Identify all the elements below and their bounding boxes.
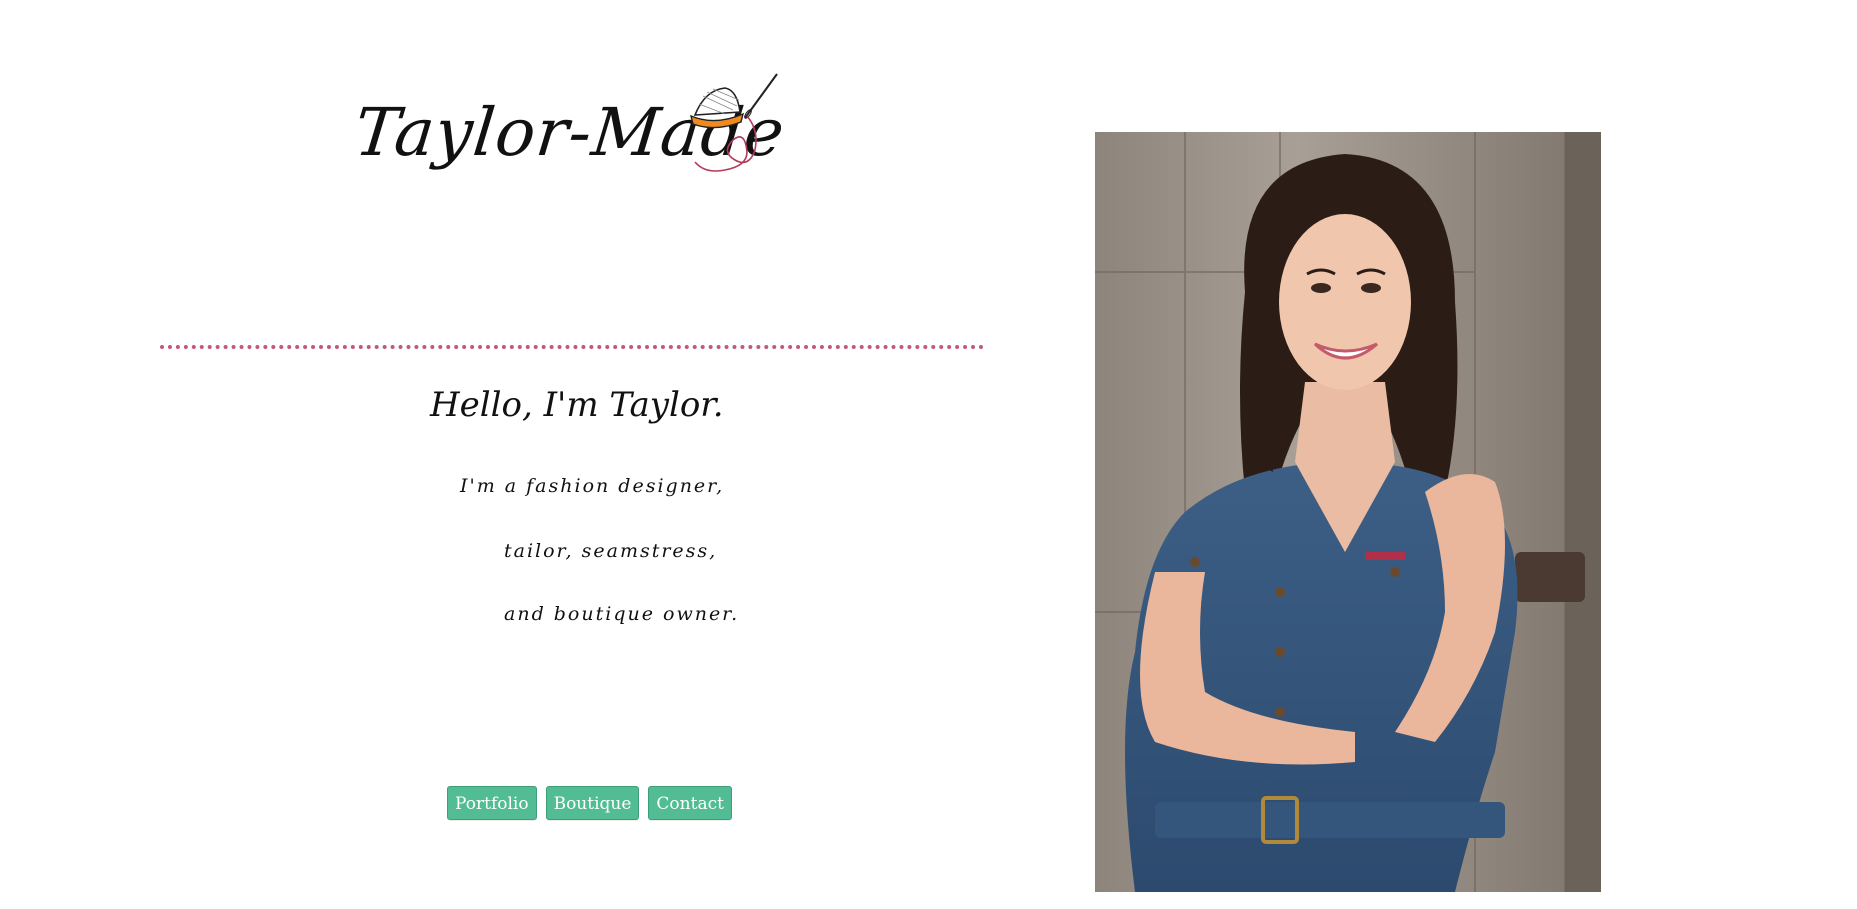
nav-buttons: Portfolio Boutique Contact xyxy=(447,786,732,820)
intro-line-3: and boutique owner. xyxy=(504,603,740,625)
thimble-needle-icon xyxy=(689,73,778,172)
intro-line-2: tailor, seamstress, xyxy=(504,540,718,562)
contact-button[interactable]: Contact xyxy=(648,786,732,820)
portrait-illustration xyxy=(1095,132,1601,892)
portrait-photo xyxy=(1095,132,1601,892)
boutique-button[interactable]: Boutique xyxy=(545,786,640,820)
site-logo[interactable]: Taylor-Made xyxy=(351,70,795,220)
intro-line-1: I'm a fashion designer, xyxy=(460,475,725,497)
portfolio-button[interactable]: Portfolio xyxy=(447,786,537,820)
page: Taylor-Made Hello, I'm Taylor. I'm a fas… xyxy=(0,0,1857,909)
dotted-divider xyxy=(160,345,984,349)
greeting-heading: Hello, I'm Taylor. xyxy=(430,385,724,425)
